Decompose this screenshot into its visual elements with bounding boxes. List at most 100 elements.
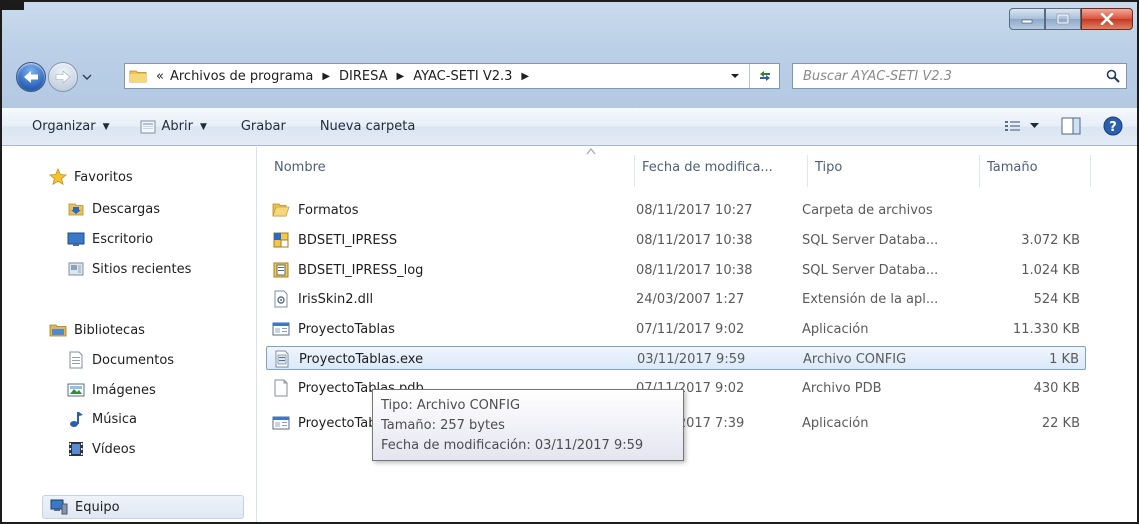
recent-pages-button[interactable] <box>81 67 93 87</box>
file-date: 03/11/2017 9:59 <box>637 351 746 367</box>
folder-icon <box>129 70 147 83</box>
breadcrumb-separator[interactable]: ▶ <box>316 71 336 82</box>
chevron-down-icon: ▼ <box>102 121 110 132</box>
database-log-icon <box>272 261 290 279</box>
breadcrumb-separator[interactable]: ▶ <box>391 71 411 82</box>
refresh-button[interactable] <box>749 64 779 88</box>
folder-icon <box>272 201 290 219</box>
search-box[interactable] <box>792 63 1127 89</box>
file-row-bdseti-ipress[interactable]: BDSETI_IPRESS 08/11/2017 10:38 SQL Serve… <box>266 228 1086 252</box>
desktop-icon <box>66 230 86 248</box>
music-icon <box>66 410 86 428</box>
file-type: Aplicación <box>802 415 869 431</box>
maximize-button[interactable] <box>1045 8 1081 30</box>
help-button[interactable]: ? <box>1101 114 1125 138</box>
svg-text:?: ? <box>1109 120 1117 135</box>
file-row-formatos[interactable]: Formatos 08/11/2017 10:27 Carpeta de arc… <box>266 198 1086 222</box>
column-header-label: Tamaño <box>987 159 1038 175</box>
file-name: Formatos <box>298 202 359 218</box>
caption-buttons <box>1009 8 1133 32</box>
file-type: Extensión de la apl... <box>802 291 939 307</box>
blank-file-icon <box>272 379 290 397</box>
column-header-name[interactable]: Nombre <box>274 147 326 187</box>
file-info-tooltip: Tipo: Archivo CONFIG Tamaño: 257 bytes F… <box>372 389 684 461</box>
file-row-proyectotablas[interactable]: ProyectoTablas 07/11/2017 9:02 Aplicació… <box>266 317 1086 341</box>
column-header-type[interactable]: Tipo <box>815 147 842 187</box>
column-divider[interactable] <box>634 155 635 187</box>
search-button[interactable] <box>1100 64 1126 88</box>
column-divider[interactable] <box>807 155 808 187</box>
dll-icon <box>272 290 290 308</box>
open-file-icon <box>140 120 156 133</box>
explorer-window: « Archivos de programa ▶ DIRESA ▶ AYAC-S… <box>0 0 1139 524</box>
close-icon <box>1100 13 1114 25</box>
close-button[interactable] <box>1081 8 1133 30</box>
search-input[interactable] <box>803 68 1100 84</box>
chevron-down-icon <box>82 74 92 80</box>
column-header-date[interactable]: Fecha de modifica... <box>642 147 773 187</box>
sidebar-item-label: Escritorio <box>92 231 154 247</box>
file-name: IrisSkin2.dll <box>298 291 374 307</box>
open-button[interactable]: Abrir ▼ <box>129 114 216 140</box>
change-view-button[interactable] <box>1001 114 1041 138</box>
preview-pane-button[interactable] <box>1059 114 1083 138</box>
column-divider[interactable] <box>1090 155 1091 187</box>
minimize-button[interactable] <box>1009 8 1045 30</box>
file-row-irisskin2-dll[interactable]: IrisSkin2.dll 24/03/2007 1:27 Extensión … <box>266 287 1086 311</box>
sidebar-item-computer[interactable]: Equipo <box>42 495 244 519</box>
help-icon: ? <box>1103 116 1123 136</box>
burn-label: Grabar <box>240 119 286 134</box>
sidebar-item-pictures[interactable]: Imágenes <box>66 378 156 402</box>
search-icon <box>1106 69 1120 83</box>
breadcrumb-overflow[interactable]: « <box>153 69 167 84</box>
breadcrumb-ayac-seti[interactable]: AYAC-SETI V2.3 <box>410 69 515 84</box>
sidebar-item-downloads[interactable]: Descargas <box>66 197 160 221</box>
sidebar-item-libraries[interactable]: Bibliotecas <box>48 318 145 342</box>
sidebar-item-documents[interactable]: Documentos <box>66 348 174 372</box>
file-date: 08/11/2017 10:38 <box>636 262 753 278</box>
sidebar-item-label: Música <box>92 411 137 427</box>
file-list: Nombre Fecha de modifica... Tipo Tamaño … <box>258 147 1137 522</box>
file-row-proyectotablas-exe[interactable]: ProyectoTablas.exe 03/11/2017 9:59 Archi… <box>266 346 1086 370</box>
organize-button[interactable]: Organizar ▼ <box>32 114 119 140</box>
column-divider[interactable] <box>979 155 980 187</box>
videos-icon <box>66 440 86 458</box>
back-button[interactable] <box>16 62 46 92</box>
address-history-button[interactable] <box>725 64 745 88</box>
address-bar[interactable]: « Archivos de programa ▶ DIRESA ▶ AYAC-S… <box>124 63 780 89</box>
file-name: ProyectoTablas <box>298 321 395 337</box>
file-size: 430 KB <box>1033 380 1080 396</box>
file-type: Aplicación <box>802 321 869 337</box>
breadcrumb-diresa[interactable]: DIRESA <box>336 69 390 84</box>
sidebar-item-music[interactable]: Música <box>66 407 137 431</box>
file-type: SQL Server Databa... <box>802 232 939 248</box>
burn-button[interactable]: Grabar <box>231 114 296 140</box>
open-label: Abrir <box>161 119 193 134</box>
forward-button[interactable] <box>48 62 78 92</box>
column-header-label: Tipo <box>815 159 843 175</box>
sidebar-item-label: Equipo <box>75 499 120 515</box>
sidebar-item-desktop[interactable]: Escritorio <box>66 227 153 251</box>
application-icon <box>272 320 290 338</box>
sidebar-item-videos[interactable]: Vídeos <box>66 437 135 461</box>
file-type: Carpeta de archivos <box>802 202 933 218</box>
title-bar: « Archivos de programa ▶ DIRESA ▶ AYAC-S… <box>2 2 1137 108</box>
sidebar-item-recent[interactable]: Sitios recientes <box>66 257 191 281</box>
tooltip-size: Tamaño: 257 bytes <box>381 418 505 433</box>
breadcrumb-separator[interactable]: ▶ <box>515 71 535 82</box>
file-size: 3.072 KB <box>1021 232 1080 248</box>
new-folder-button[interactable]: Nueva carpeta <box>310 114 426 140</box>
file-type: SQL Server Databa... <box>802 262 939 278</box>
navigation-pane: Favoritos Descargas Escritorio Sitios re… <box>2 147 257 522</box>
breadcrumb: « Archivos de programa ▶ DIRESA ▶ AYAC-S… <box>153 69 535 84</box>
application-icon <box>272 414 290 432</box>
file-name: ProyectoTablas.exe <box>299 351 424 367</box>
sort-ascending-icon <box>586 148 596 155</box>
file-row-bdseti-ipress-log[interactable]: BDSETI_IPRESS_log 08/11/2017 10:38 SQL S… <box>266 258 1086 282</box>
sidebar-item-favorites[interactable]: Favoritos <box>48 165 133 189</box>
arrow-left-icon <box>24 71 38 83</box>
column-header-size[interactable]: Tamaño <box>987 147 1038 187</box>
chevron-down-icon: ▼ <box>199 121 207 132</box>
sidebar-item-label: Documentos <box>92 352 175 368</box>
breadcrumb-program-files[interactable]: Archivos de programa <box>167 69 316 84</box>
